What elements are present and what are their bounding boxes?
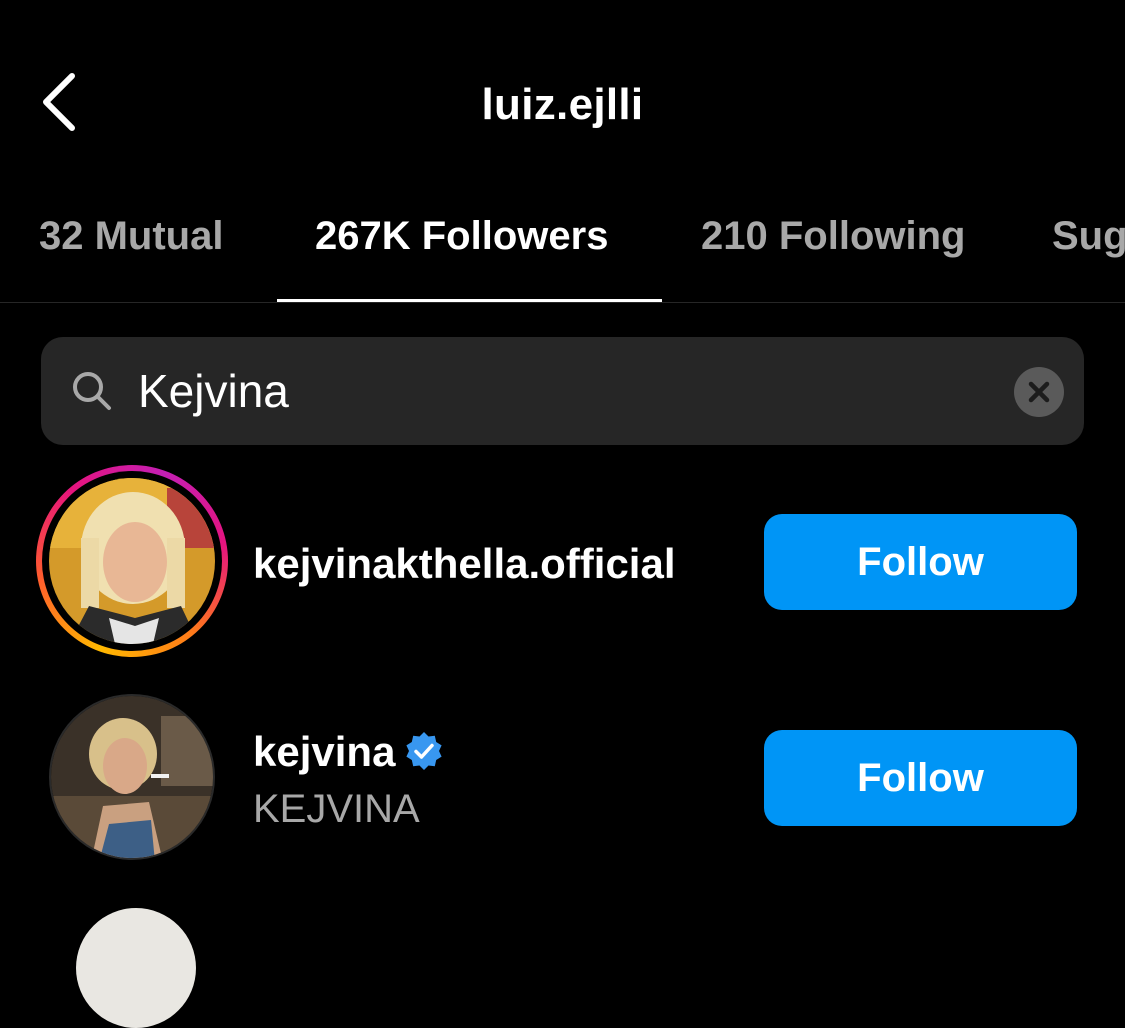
username[interactable]: kejvinakthella.official (253, 540, 676, 588)
search-icon (71, 370, 113, 412)
list-item[interactable]: kejvinakthella.official Follow (0, 465, 1125, 665)
search-bar (41, 337, 1084, 445)
tab-mutual[interactable]: 32 Mutual (39, 214, 223, 259)
clear-search-button[interactable] (1014, 367, 1064, 417)
close-icon (1028, 381, 1050, 403)
avatar (49, 478, 215, 644)
tab-bar: 32 Mutual 267K Followers 210 Following S… (0, 200, 1125, 304)
tab-following[interactable]: 210 Following (701, 214, 965, 259)
page-title: luiz.ejlli (481, 80, 644, 129)
search-input[interactable] (138, 359, 998, 423)
verified-badge-icon (403, 730, 445, 772)
follow-button[interactable]: Follow (764, 730, 1077, 826)
avatar[interactable] (76, 908, 196, 1028)
divider (0, 302, 1125, 303)
avatar-container[interactable] (36, 690, 228, 882)
tab-followers[interactable]: 267K Followers (315, 214, 608, 259)
top-bar: luiz.ejlli (0, 0, 1125, 200)
full-name: KEJVINA (253, 787, 420, 831)
username[interactable]: kejvina (253, 728, 395, 776)
avatar-with-story[interactable] (36, 465, 228, 657)
follow-button[interactable]: Follow (764, 514, 1077, 610)
list-item[interactable]: kejvina KEJVINA Follow (0, 690, 1125, 890)
tab-suggested[interactable]: Sug (1052, 214, 1125, 259)
avatar (49, 694, 215, 860)
